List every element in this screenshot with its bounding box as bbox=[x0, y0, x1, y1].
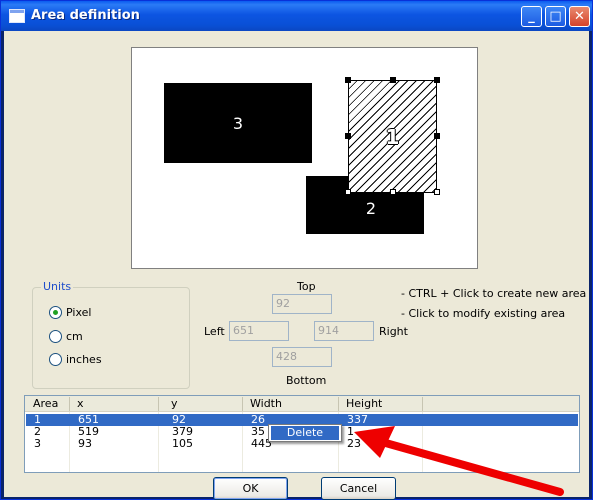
radio-cm-indicator[interactable] bbox=[49, 329, 62, 343]
cell-height: 1 bbox=[347, 426, 354, 438]
header-area[interactable]: Area bbox=[29, 398, 58, 410]
ok-button[interactable]: OK bbox=[213, 477, 288, 500]
area-preview-canvas[interactable]: 3 2 1 bbox=[131, 47, 478, 269]
context-menu-delete[interactable]: Delete bbox=[271, 426, 339, 440]
right-label: Right bbox=[379, 325, 408, 338]
cell-width: 35 bbox=[251, 426, 265, 438]
window-title: Area definition bbox=[31, 8, 140, 23]
cell-area: 1 bbox=[34, 414, 41, 426]
resize-handle-se[interactable] bbox=[434, 189, 440, 195]
table-header: Area x y Width Height bbox=[25, 396, 579, 412]
left-label: Left bbox=[204, 325, 225, 338]
radio-inches-indicator[interactable] bbox=[49, 352, 62, 366]
radio-cm-label: cm bbox=[66, 329, 83, 343]
resize-handle-ne[interactable] bbox=[434, 77, 440, 83]
resize-handle-n[interactable] bbox=[390, 77, 396, 83]
cell-x: 519 bbox=[78, 426, 99, 438]
resize-handle-s[interactable] bbox=[390, 189, 396, 195]
dialog-window: Area definition _ □ ✕ 3 2 1 Units Pixel … bbox=[0, 0, 593, 500]
header-x[interactable]: x bbox=[73, 398, 84, 410]
header-width[interactable]: Width bbox=[246, 398, 282, 410]
header-y[interactable]: y bbox=[167, 398, 178, 410]
radio-pixel[interactable]: Pixel bbox=[49, 304, 91, 320]
resize-handle-nw[interactable] bbox=[345, 77, 351, 83]
radio-cm[interactable]: cm bbox=[49, 328, 83, 344]
radio-inches[interactable]: inches bbox=[49, 351, 102, 367]
resize-handle-e[interactable] bbox=[434, 133, 440, 139]
close-button[interactable]: ✕ bbox=[569, 6, 590, 27]
top-label: Top bbox=[297, 280, 316, 293]
radio-pixel-indicator[interactable] bbox=[49, 305, 62, 319]
radio-pixel-label: Pixel bbox=[66, 305, 92, 319]
cell-height: 23 bbox=[347, 438, 361, 450]
title-bar[interactable]: Area definition _ □ ✕ bbox=[1, 1, 592, 31]
cell-y: 105 bbox=[172, 438, 193, 450]
cancel-button[interactable]: Cancel bbox=[321, 477, 396, 500]
right-field[interactable]: 914 bbox=[314, 321, 374, 341]
cell-height: 337 bbox=[347, 414, 368, 426]
radio-inches-label: inches bbox=[66, 352, 102, 366]
cell-area: 3 bbox=[34, 438, 41, 450]
hint-create: - CTRL + Click to create new area bbox=[401, 287, 587, 300]
window-icon bbox=[9, 9, 25, 23]
left-field[interactable]: 651 bbox=[229, 321, 289, 341]
area-2-label: 2 bbox=[365, 198, 377, 218]
units-groupbox: Units Pixel cm inches bbox=[32, 280, 190, 389]
area-3[interactable]: 3 bbox=[164, 83, 312, 163]
bottom-label: Bottom bbox=[286, 374, 327, 387]
maximize-button[interactable]: □ bbox=[545, 6, 566, 27]
hint-modify: - Click to modify existing area bbox=[401, 307, 566, 320]
cell-x: 93 bbox=[78, 438, 92, 450]
area-1-label: 1 bbox=[385, 124, 400, 149]
cell-area: 2 bbox=[34, 426, 41, 438]
dialog-client: 3 2 1 Units Pixel cm inches Top 92 Left … bbox=[4, 31, 589, 500]
bottom-field[interactable]: 428 bbox=[272, 347, 332, 367]
area-3-label: 3 bbox=[232, 113, 244, 133]
units-legend: Units bbox=[41, 280, 74, 293]
resize-handle-sw[interactable] bbox=[345, 189, 351, 195]
top-field[interactable]: 92 bbox=[272, 294, 332, 314]
area-1-selected[interactable]: 1 bbox=[348, 80, 437, 193]
cell-y: 379 bbox=[172, 426, 193, 438]
context-menu: Delete bbox=[268, 424, 342, 442]
cell-width: 26 bbox=[251, 414, 265, 426]
cell-x: 651 bbox=[78, 414, 99, 426]
cell-y: 92 bbox=[172, 414, 186, 426]
header-height[interactable]: Height bbox=[342, 398, 382, 410]
minimize-button[interactable]: _ bbox=[521, 6, 542, 27]
resize-handle-w[interactable] bbox=[345, 133, 351, 139]
